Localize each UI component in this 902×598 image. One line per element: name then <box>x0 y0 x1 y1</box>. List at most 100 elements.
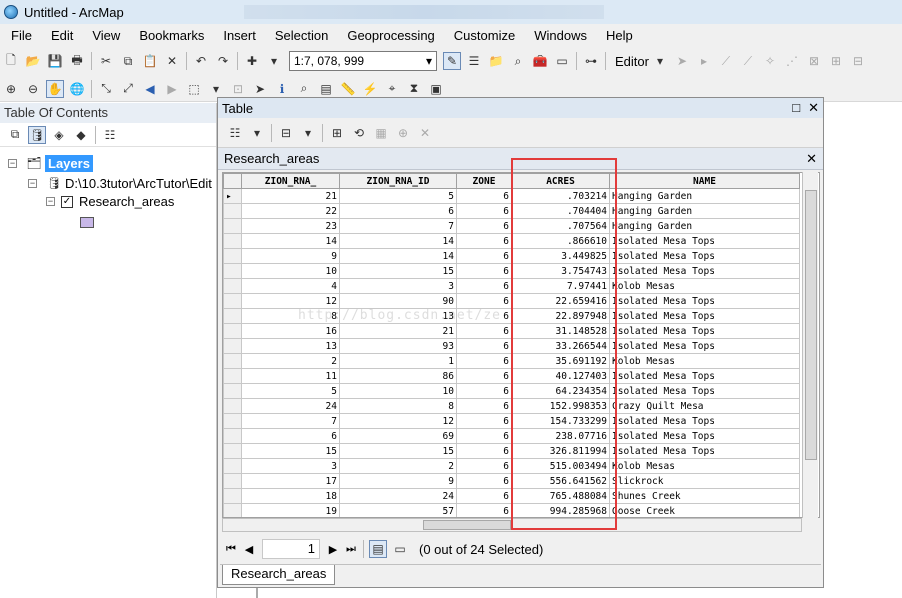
menu-item-selection[interactable]: Selection <box>264 28 336 43</box>
table-row[interactable]: 7 12 6 154.733299 Isolated Mesa Tops <box>223 413 800 429</box>
table-cell[interactable]: 5 <box>241 383 340 399</box>
table-cell[interactable]: 556.641562 <box>511 473 610 489</box>
table-cell[interactable]: Hanging Garden <box>609 218 800 234</box>
table-cell[interactable]: 12 <box>339 413 457 429</box>
chevron-down-icon[interactable]: ▾ <box>651 52 669 70</box>
row-selector[interactable] <box>223 488 242 504</box>
row-selector[interactable]: ▸ <box>223 188 242 204</box>
attribute-grid[interactable]: ZION_RNA_ ZION_RNA_ID ZONE ACRES NAME ▸ 21 5 6.… <box>222 172 820 518</box>
table-cell[interactable]: 35.691192 <box>511 353 610 369</box>
table-cell[interactable]: 765.488084 <box>511 488 610 504</box>
pan-icon[interactable]: ✋ <box>46 79 64 98</box>
row-selector[interactable] <box>223 233 242 249</box>
menu-item-customize[interactable]: Customize <box>443 28 523 43</box>
table-cell[interactable]: Isolated Mesa Tops <box>609 248 800 264</box>
search-window-icon[interactable]: ⌕ <box>509 52 527 70</box>
viewer-window-icon[interactable]: ▣ <box>427 80 445 98</box>
table-cell[interactable]: 515.003494 <box>511 458 610 474</box>
table-cell[interactable]: Isolated Mesa Tops <box>609 263 800 279</box>
table-cell[interactable]: 19 <box>241 503 340 517</box>
table-cell[interactable]: 238.07716 <box>511 428 610 444</box>
table-cell[interactable]: 7.97441 <box>511 278 610 294</box>
row-selector[interactable] <box>223 473 242 489</box>
table-cell[interactable]: 6 <box>456 398 512 414</box>
table-cell[interactable]: 10 <box>241 263 340 279</box>
table-row[interactable]: 17 9 6 556.641562 Slickrock <box>223 473 800 489</box>
scroll-thumb[interactable] <box>423 520 511 530</box>
row-selector[interactable] <box>223 503 242 517</box>
table-cell[interactable]: 14 <box>339 233 457 249</box>
horizontal-scrollbar[interactable] <box>222 518 802 532</box>
table-cell[interactable]: 6 <box>456 338 512 354</box>
current-record-input[interactable]: 1 <box>262 539 320 559</box>
new-document-icon[interactable]: 🗋 <box>2 52 20 70</box>
table-cell[interactable]: 6 <box>339 203 457 219</box>
collapse-icon[interactable]: − <box>28 178 37 188</box>
forward-extent-icon[interactable]: ▶ <box>163 80 181 98</box>
table-cell[interactable]: 152.998353 <box>511 398 610 414</box>
table-cell[interactable]: 1 <box>339 353 457 369</box>
layer-symbol-swatch[interactable] <box>80 217 94 228</box>
table-cell[interactable]: 24 <box>339 488 457 504</box>
table-cell[interactable]: Crazy Quilt Mesa <box>609 398 800 414</box>
map-view[interactable] <box>824 103 902 598</box>
table-row[interactable]: 11 86 6 40.127403 Isolated Mesa Tops <box>223 368 800 384</box>
table-row[interactable]: 19 57 6 994.285968 Goose Creek <box>223 503 800 517</box>
table-cell[interactable]: .707564 <box>511 218 610 234</box>
vertex-icon[interactable]: ⋰ <box>783 52 801 70</box>
table-cell[interactable]: Hanging Garden <box>609 188 800 204</box>
editor-menu[interactable]: Editor <box>615 54 649 69</box>
table-cell[interactable]: 24 <box>241 398 340 414</box>
table-row[interactable]: 5 10 6 64.234354 Isolated Mesa Tops <box>223 383 800 399</box>
table-cell[interactable]: 4 <box>241 278 340 294</box>
table-cell[interactable]: 6 <box>456 278 512 294</box>
row-selector[interactable] <box>223 353 242 369</box>
table-cell[interactable]: 9 <box>241 248 340 264</box>
table-cell[interactable]: 6 <box>456 458 512 474</box>
table-cell[interactable]: 6 <box>456 233 512 249</box>
list-by-source-icon[interactable]: 🛢 <box>28 125 46 144</box>
chevron-down-icon[interactable]: ▾ <box>265 52 283 70</box>
tree-node-layers[interactable]: − 🗂 Layers <box>8 154 93 172</box>
maximize-icon[interactable]: □ <box>792 100 800 116</box>
menu-item-view[interactable]: View <box>81 28 128 43</box>
list-by-selection-icon[interactable]: ◆ <box>72 126 90 144</box>
collapse-icon[interactable]: − <box>8 158 17 168</box>
table-cell[interactable]: Isolated Mesa Tops <box>609 383 800 399</box>
table-cell[interactable]: 90 <box>339 293 457 309</box>
table-cell[interactable]: 6 <box>456 413 512 429</box>
identify-icon[interactable]: ℹ <box>273 80 291 98</box>
vertical-scrollbar[interactable] <box>802 172 818 518</box>
scroll-thumb[interactable] <box>805 190 817 460</box>
select-by-attributes-icon[interactable]: ⊞ <box>328 124 346 142</box>
row-selector[interactable] <box>223 203 242 219</box>
table-cell[interactable]: 7 <box>241 413 340 429</box>
table-cell[interactable]: 16 <box>241 323 340 339</box>
row-selector[interactable] <box>223 458 242 474</box>
table-cell[interactable]: Kolob Mesas <box>609 353 800 369</box>
table-cell[interactable]: 12 <box>241 293 340 309</box>
table-cell[interactable]: 23 <box>241 218 340 234</box>
table-cell[interactable]: Shunes Creek <box>609 488 800 504</box>
table-cell[interactable]: 15 <box>339 443 457 459</box>
table-cell[interactable]: 6 <box>456 353 512 369</box>
table-cell[interactable]: 22.897948 <box>511 308 610 324</box>
time-slider-icon[interactable]: ⧗ <box>405 80 423 98</box>
table-cell[interactable]: Isolated Mesa Tops <box>609 293 800 309</box>
chevron-down-icon[interactable]: ▾ <box>207 80 225 98</box>
table-cell[interactable]: .703214 <box>511 188 610 204</box>
table-row[interactable]: 14 14 6.866610 Isolated Mesa Tops <box>223 233 800 249</box>
table-cell[interactable]: 13 <box>339 308 457 324</box>
table-cell[interactable]: 14 <box>339 248 457 264</box>
table-cell[interactable]: 21 <box>241 188 340 204</box>
first-record-icon[interactable]: ⏮ <box>222 543 240 556</box>
add-data-icon[interactable]: ✚ <box>243 52 261 70</box>
table-cell[interactable]: 15 <box>339 263 457 279</box>
table-cell[interactable]: Isolated Mesa Tops <box>609 308 800 324</box>
zoom-to-selected-icon[interactable]: ⊕ <box>394 124 412 142</box>
chevron-down-icon[interactable]: ▾ <box>299 124 317 142</box>
split-icon[interactable]: ⊞ <box>827 52 845 70</box>
menu-item-windows[interactable]: Windows <box>523 28 595 43</box>
table-row[interactable]: 8 13 6 22.897948 Isolated Mesa Tops <box>223 308 800 324</box>
edit-annotation-icon[interactable]: ▸ <box>695 52 713 70</box>
